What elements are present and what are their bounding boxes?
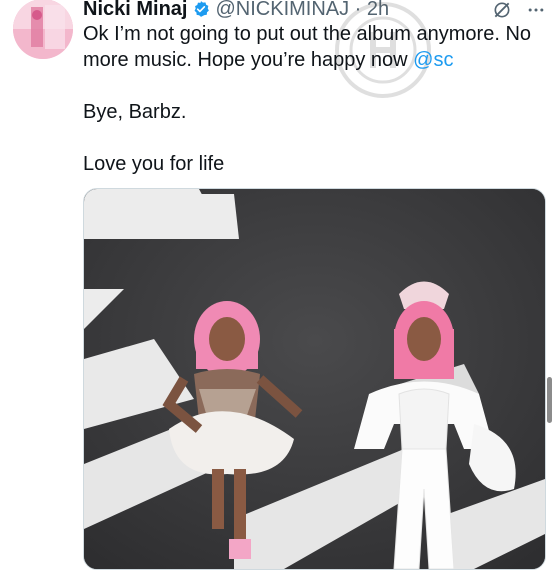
tweet-paragraph-3: Love you for life <box>83 153 225 175</box>
author-handle-time[interactable]: @NICKIMINAJ · 2h <box>215 0 389 21</box>
verified-badge-icon <box>192 0 210 18</box>
avatar[interactable] <box>13 0 73 59</box>
tweet-header: Nicki Minaj @NICKIMINAJ · 2h <box>83 0 389 21</box>
tweet-paragraph-1: Ok I’m not going to put out the album an… <box>83 21 553 73</box>
tweet-media-photo[interactable] <box>83 188 546 570</box>
tweet-paragraph-2: Bye, Barbz. <box>83 101 187 123</box>
tweet-body: Ok I’m not going to put out the album an… <box>83 21 553 177</box>
scrollbar-thumb[interactable] <box>547 377 552 423</box>
author-name[interactable]: Nicki Minaj <box>83 0 187 21</box>
photo-crosswalk-scene <box>84 189 545 569</box>
avatar-image <box>13 0 73 59</box>
grok-icon[interactable] <box>492 0 512 21</box>
tweet-actions-top <box>492 0 546 21</box>
mention-link[interactable]: @sc <box>413 49 453 71</box>
tweet-line-1: Ok I’m not going to put out the album an… <box>83 23 532 71</box>
more-icon[interactable] <box>526 0 546 21</box>
